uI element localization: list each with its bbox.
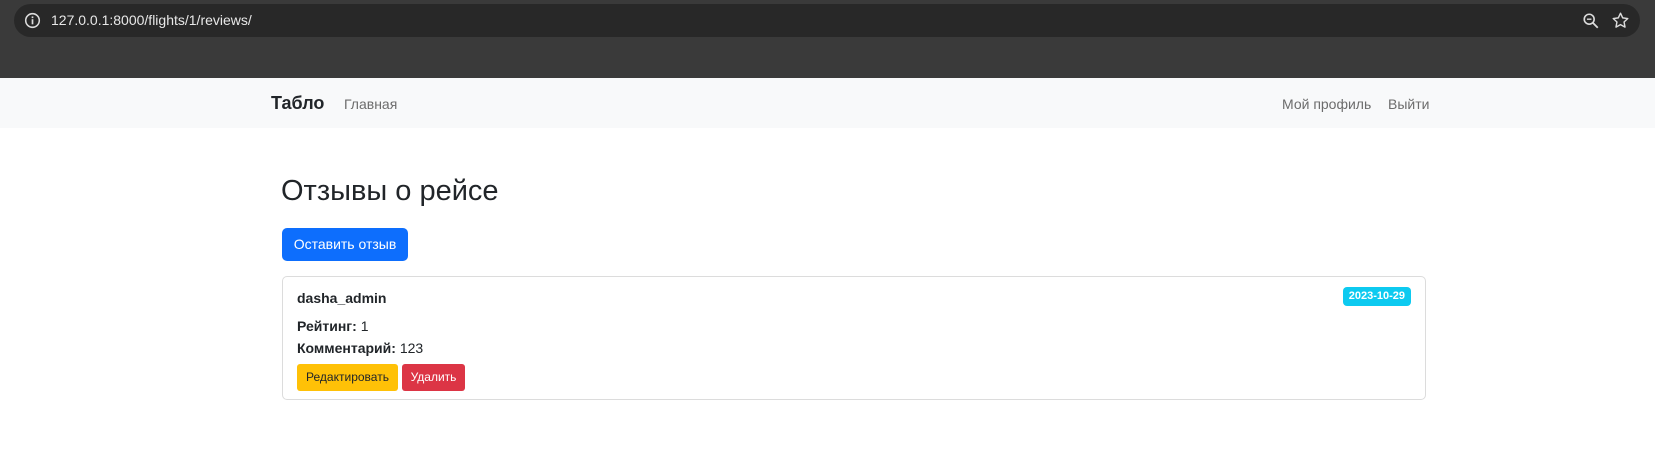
address-bar[interactable]: 127.0.0.1:8000/flights/1/reviews/ <box>14 4 1640 37</box>
info-icon[interactable] <box>24 12 41 29</box>
zoom-icon[interactable] <box>1582 12 1600 30</box>
review-date-badge: 2023-10-29 <box>1342 287 1411 306</box>
edit-review-button[interactable]: Редактировать <box>297 364 398 391</box>
star-icon[interactable] <box>1611 11 1630 30</box>
review-author: dasha_admin <box>297 290 387 306</box>
nav-link-home[interactable]: Главная <box>344 95 397 113</box>
rating-value: 1 <box>360 318 369 334</box>
add-review-button[interactable]: Оставить отзыв <box>282 228 408 261</box>
nav-link-logout[interactable]: Выйти <box>1388 95 1429 113</box>
delete-review-button[interactable]: Удалить <box>402 364 465 391</box>
review-rating: Рейтинг: 1 <box>297 317 368 335</box>
comment-label: Комментарий: <box>297 340 396 356</box>
comment-value: 123 <box>399 340 424 356</box>
rating-label: Рейтинг: <box>297 318 357 334</box>
navbar-brand[interactable]: Табло <box>271 92 324 114</box>
nav-link-profile[interactable]: Мой профиль <box>1282 95 1371 113</box>
review-card: dasha_admin 2023-10-29 Рейтинг: 1 Коммен… <box>282 276 1426 400</box>
review-comment: Комментарий: 123 <box>297 339 423 357</box>
url-text[interactable]: 127.0.0.1:8000/flights/1/reviews/ <box>51 12 252 29</box>
site-navbar: Табло Главная Мой профиль Выйти <box>0 78 1655 128</box>
page-title: Отзывы о рейсе <box>281 175 499 207</box>
browser-chrome: 127.0.0.1:8000/flights/1/reviews/ <box>0 0 1655 78</box>
